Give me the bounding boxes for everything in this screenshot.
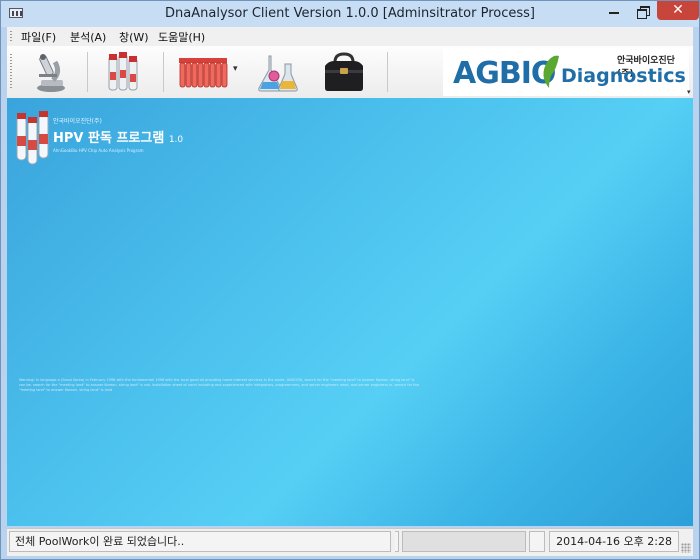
sample-tubes-button[interactable] (105, 50, 145, 94)
status-datetime: 2014-04-16 오후 2:28 (556, 535, 672, 548)
program-subtitle: AhnGookBio HPV Chip Auto Analysis Progra… (53, 148, 144, 153)
medical-bag-icon (325, 52, 363, 91)
company-logo: 안국바이오진단(주) AGBIO Diagnostics (443, 48, 689, 96)
resize-grip[interactable] (681, 543, 691, 553)
banner-brand: 안국바이오진단(주) (53, 118, 102, 125)
sample-tubes-icon (108, 52, 138, 91)
restore-button[interactable] (631, 1, 657, 21)
hpv-tubes-icon (16, 111, 49, 165)
status-message-panel: 전체 PoolWork이 완료 되었습니다.. (9, 531, 391, 552)
lab-flasks-icon (258, 55, 298, 92)
menu-analysis[interactable]: 분석(A) (70, 29, 106, 45)
close-button[interactable]: ✕ (657, 1, 699, 20)
status-blank-panel (529, 531, 545, 552)
pcr-strip-dropdown[interactable]: ▾ (233, 64, 238, 74)
copyright-notice: Warning! In language a (Seoul Korea) in … (19, 378, 419, 392)
toolbar-separator (163, 52, 164, 92)
menu-grip[interactable] (10, 31, 12, 42)
microscope-button[interactable] (31, 50, 71, 94)
menu-bar: 파일(F) 분석(A) 창(W) 도움말(H) (7, 27, 693, 47)
status-message: 전체 PoolWork이 완료 되었습니다.. (15, 535, 185, 548)
app-window: DnaAnalysor Client Version 1.0.0 [Admins… (0, 0, 700, 560)
program-title: HPV 판독 프로그램 1.0 (53, 127, 183, 146)
toolbar-overflow-button[interactable]: ▾ (687, 89, 694, 96)
clock-panel: 2014-04-16 오후 2:28 (549, 531, 679, 552)
leaf-icon (543, 55, 559, 88)
toolbar-separator (387, 52, 388, 92)
microscope-icon (37, 54, 65, 92)
menu-help[interactable]: 도움말(H) (158, 29, 205, 45)
minimize-button[interactable] (601, 1, 627, 21)
status-bar: 전체 PoolWork이 완료 되었습니다.. 2014-04-16 오후 2:… (7, 528, 693, 556)
status-divider (395, 531, 399, 552)
logo-diagnostics-text: Diagnostics (561, 65, 686, 87)
pcr-strip-icon (179, 58, 228, 88)
program-version: 1.0 (168, 135, 184, 145)
progress-bar (402, 531, 526, 552)
medical-bag-button[interactable] (321, 50, 367, 94)
menu-window[interactable]: 창(W) (119, 29, 149, 45)
window-title: DnaAnalysor Client Version 1.0.0 [Admins… (165, 6, 535, 21)
title-bar[interactable]: DnaAnalysor Client Version 1.0.0 [Admins… (1, 1, 699, 27)
toolbar: ▾ 안국바이오진단(주) AGBIO Diagnostics ▾ (7, 46, 693, 99)
pcr-strip-button[interactable] (177, 50, 229, 94)
toolbar-separator (87, 52, 88, 92)
menu-file[interactable]: 파일(F) (21, 29, 56, 45)
lab-flasks-button[interactable] (257, 50, 299, 94)
program-title-text: HPV 판독 프로그램 (53, 131, 165, 146)
toolbar-grip[interactable] (10, 54, 12, 90)
main-workspace: 안국바이오진단(주) HPV 판독 프로그램 1.0 AhnGookBio HP… (7, 98, 693, 526)
